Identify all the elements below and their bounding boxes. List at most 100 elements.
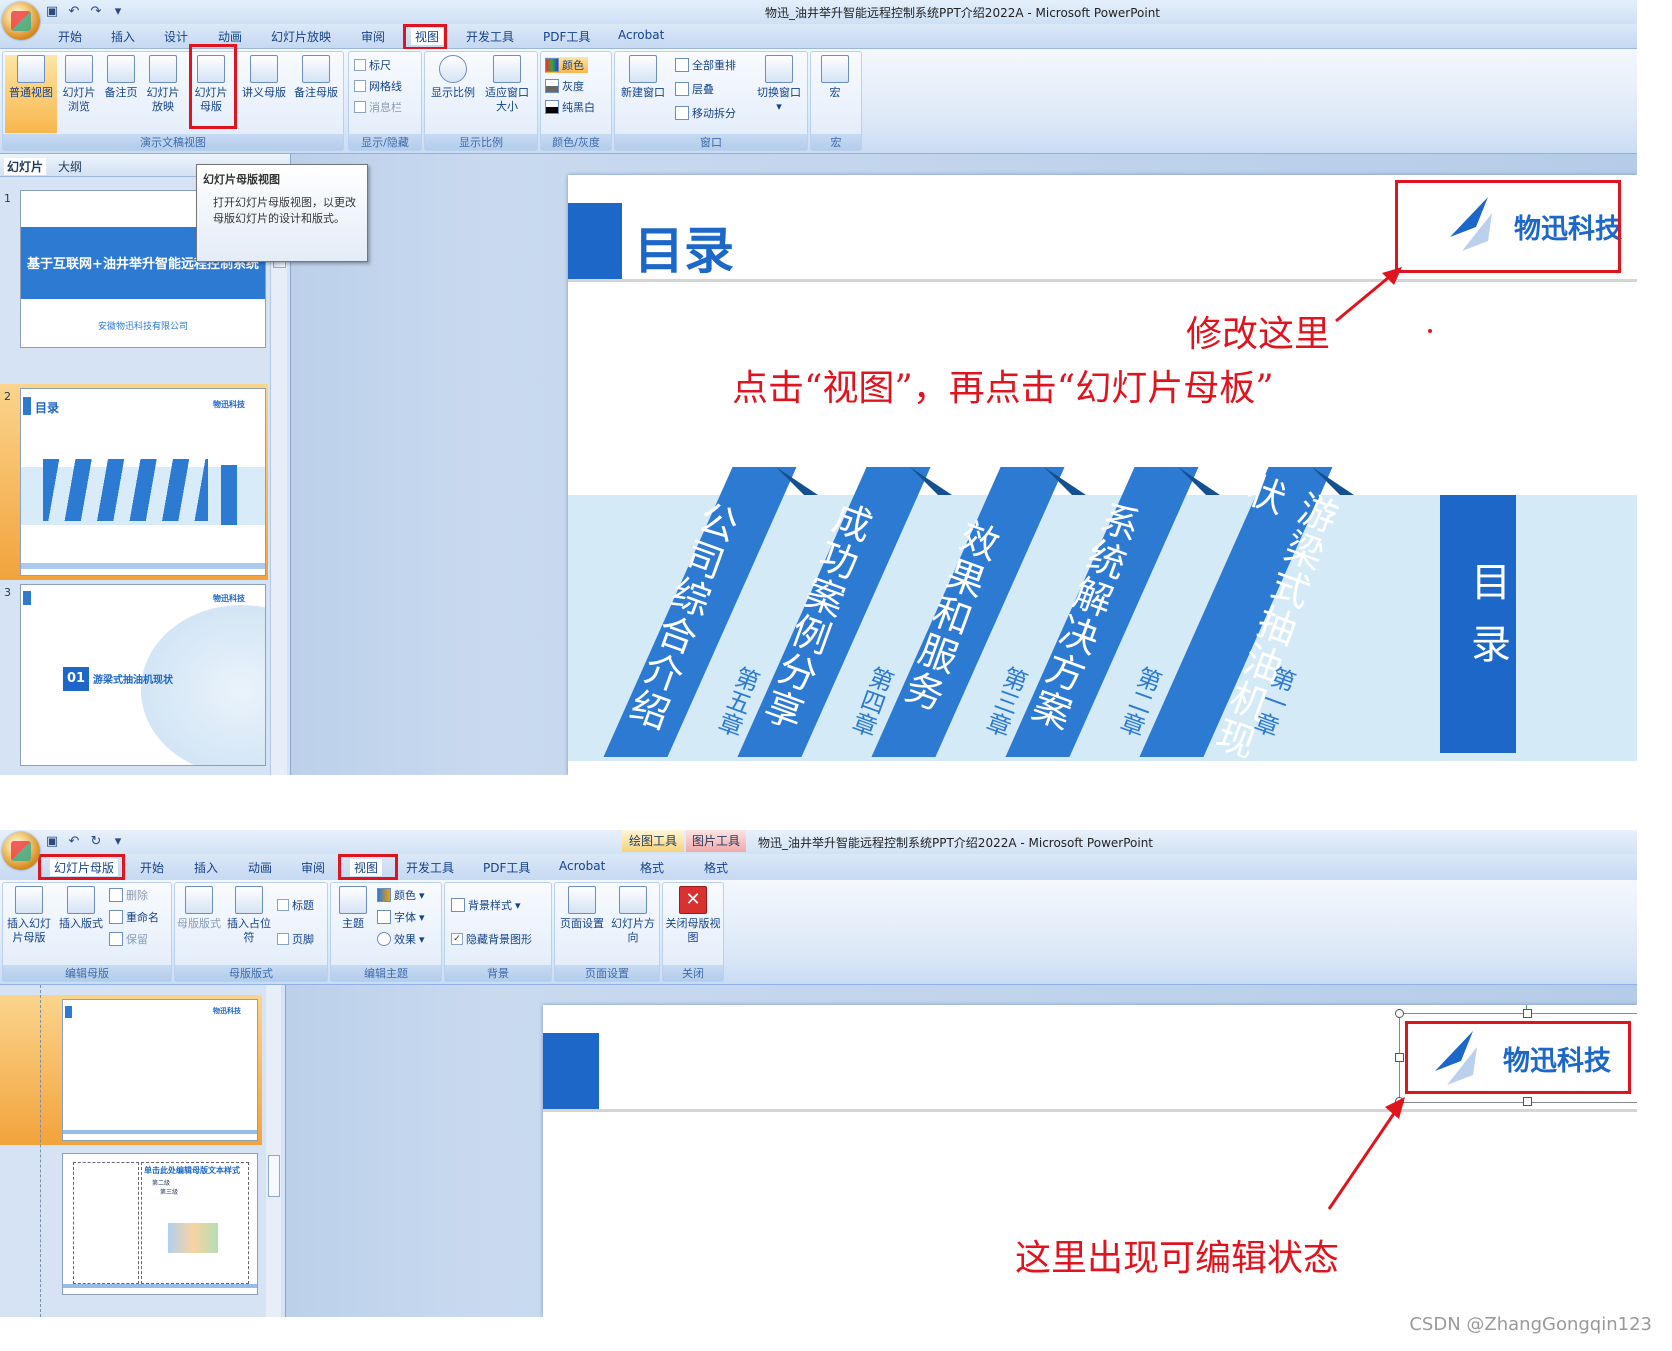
panel-scrollbar[interactable] [270, 180, 287, 775]
tab-pdf[interactable]: PDF工具 [543, 28, 590, 45]
tab-review[interactable]: 审阅 [301, 859, 325, 876]
toc-side-label: 目录 [1464, 561, 1510, 685]
master-thumbnail-2[interactable]: 单击此处编辑母版文本样式 第二级 第三级 [62, 1153, 258, 1295]
message-bar-checkbox[interactable]: 消息栏 [354, 99, 402, 115]
checkbox-icon [354, 80, 366, 92]
insert-slide-master-button[interactable]: 插入幻灯片母版 [3, 886, 55, 945]
slide-thumbnail-2[interactable]: 目录 物迅科技 [20, 388, 266, 576]
move-split-button[interactable]: 移动拆分 [675, 105, 736, 121]
office-button[interactable] [2, 2, 40, 40]
notes-master-button[interactable]: 备注母版 [291, 55, 341, 100]
master-thumbnail-1[interactable]: 物迅科技 [62, 999, 258, 1141]
slide-master-tab-highlight [38, 854, 125, 880]
tab-pdf[interactable]: PDF工具 [483, 859, 530, 876]
tab-slides[interactable]: 幻灯片 [4, 158, 47, 175]
tab-design[interactable]: 设计 [164, 28, 188, 45]
thumb-accent [23, 397, 31, 415]
black-white-icon [545, 100, 559, 114]
tab-format-drawing[interactable]: 格式 [640, 859, 664, 876]
fit-window-button[interactable]: 适应窗口大小 [481, 55, 533, 114]
color-icon [545, 58, 559, 72]
handout-master-button[interactable]: 讲义母版 [239, 55, 289, 100]
delete-icon [109, 888, 123, 902]
tab-animation[interactable]: 动画 [248, 859, 272, 876]
footer-checkbox[interactable]: 页脚 [277, 931, 314, 947]
tab-developer[interactable]: 开发工具 [466, 28, 514, 45]
resize-handle-l[interactable] [1395, 1053, 1404, 1062]
redo-icon[interactable]: ↷ [88, 5, 104, 19]
tab-slideshow[interactable]: 幻灯片放映 [271, 28, 331, 45]
slide-number: 3 [4, 586, 11, 599]
theme-effects-button[interactable]: 效果 ▾ [377, 931, 425, 947]
new-window-button[interactable]: 新建窗口 [617, 55, 669, 100]
tab-format-picture[interactable]: 格式 [704, 859, 728, 876]
tab-insert[interactable]: 插入 [194, 859, 218, 876]
switch-window-button[interactable]: 切换窗口 ▾ [753, 55, 805, 114]
save-icon[interactable]: ▣ [44, 5, 60, 19]
insert-placeholder-button[interactable]: 插入占位符 [223, 886, 275, 945]
panel-scrollbar[interactable] [266, 985, 281, 1317]
grayscale-icon [545, 79, 559, 93]
resize-handle-t[interactable] [1523, 1009, 1532, 1018]
background-style-button[interactable]: 背景样式 ▾ [451, 897, 521, 913]
resize-handle-tl[interactable] [1395, 1009, 1404, 1018]
undo-icon[interactable]: ↶ [66, 5, 82, 19]
fit-window-icon [493, 55, 521, 83]
tab-home[interactable]: 开始 [140, 859, 164, 876]
macro-button[interactable]: 宏 [813, 55, 857, 100]
tab-developer[interactable]: 开发工具 [406, 859, 454, 876]
group-label: 页面设置 [555, 965, 659, 981]
cascade-button[interactable]: 层叠 [675, 81, 714, 97]
master-slide[interactable]: 物迅科技 这里出现可编辑状态 [543, 1005, 1637, 1317]
delete-button[interactable]: 删除 [109, 887, 148, 903]
hide-background-checkbox[interactable]: ✓ 隐藏背景图形 [451, 931, 532, 947]
thumb-subtitle: 安徽物迅科技有限公司 [97, 322, 188, 332]
effects-icon [377, 932, 391, 946]
gridlines-checkbox[interactable]: 网格线 [354, 78, 402, 94]
customize-icon[interactable]: ▾ [110, 835, 126, 849]
grayscale-button[interactable]: 灰度 [545, 78, 584, 94]
slideshow-button[interactable]: 幻灯片放映 [143, 55, 183, 114]
theme-button[interactable]: 主题 [333, 886, 373, 931]
watermark: CSDN @ZhangGongqin123 [1409, 1314, 1652, 1335]
thumb-title: 目录 [35, 401, 60, 415]
save-icon[interactable]: ▣ [44, 835, 60, 849]
page-setup-button[interactable]: 页面设置 [557, 886, 607, 931]
black-white-button[interactable]: 纯黑白 [545, 99, 595, 115]
rename-button[interactable]: 重命名 [109, 909, 159, 925]
group-edit-master: 插入幻灯片母版 插入版式 删除 重命名 保留 编辑母版 [2, 882, 172, 982]
zoom-button[interactable]: 显示比例 [427, 55, 479, 100]
tab-home[interactable]: 开始 [58, 28, 82, 45]
normal-view-button[interactable]: 普通视图 [5, 55, 57, 133]
ruler-checkbox[interactable]: 标尺 [354, 57, 391, 73]
main-slide[interactable]: 目录 物迅科技 公司综合介绍 第五章 成功案例分享 第四章 效果和服务 第三章 … [568, 175, 1637, 775]
tab-acrobat[interactable]: Acrobat [618, 28, 664, 42]
undo-icon[interactable]: ↶ [66, 835, 82, 849]
slide-orientation-button[interactable]: 幻灯片方向 [609, 886, 657, 945]
tab-outline[interactable]: 大纲 [58, 158, 82, 175]
theme-colors-button[interactable]: 颜色 ▾ [377, 887, 425, 903]
slide-sorter-button[interactable]: 幻灯片浏览 [59, 55, 99, 114]
thumb-side-block [221, 465, 237, 525]
group-label: 编辑主题 [331, 965, 441, 981]
customize-icon[interactable]: ▾ [110, 5, 126, 19]
notes-page-button[interactable]: 备注页 [101, 55, 141, 100]
insert-layout-button[interactable]: 插入版式 [57, 886, 105, 931]
thumb-placeholder-right: 单击此处编辑母版文本样式 第二级 第三级 [141, 1162, 249, 1284]
tab-animation[interactable]: 动画 [218, 28, 242, 45]
redo-icon[interactable]: ↻ [88, 835, 104, 849]
color-mode-button[interactable]: 颜色 [545, 57, 588, 73]
scrollbar-thumb[interactable] [268, 1155, 280, 1197]
office-button[interactable] [2, 832, 40, 870]
close-master-view-button[interactable]: ✕ 关闭母版视图 [665, 886, 721, 945]
slide-thumbnail-3[interactable]: 物迅科技 01 游梁式抽油机现状 [20, 584, 266, 766]
master-layout-button[interactable]: 母版版式 [177, 886, 221, 931]
tab-acrobat[interactable]: Acrobat [559, 859, 605, 873]
switch-window-icon [765, 55, 793, 83]
theme-fonts-button[interactable]: 字体 ▾ [377, 909, 425, 925]
preserve-button[interactable]: 保留 [109, 931, 148, 947]
tab-review[interactable]: 审阅 [361, 28, 385, 45]
tab-insert[interactable]: 插入 [111, 28, 135, 45]
title-checkbox[interactable]: 标题 [277, 897, 314, 913]
arrange-all-button[interactable]: 全部重排 [675, 57, 736, 73]
